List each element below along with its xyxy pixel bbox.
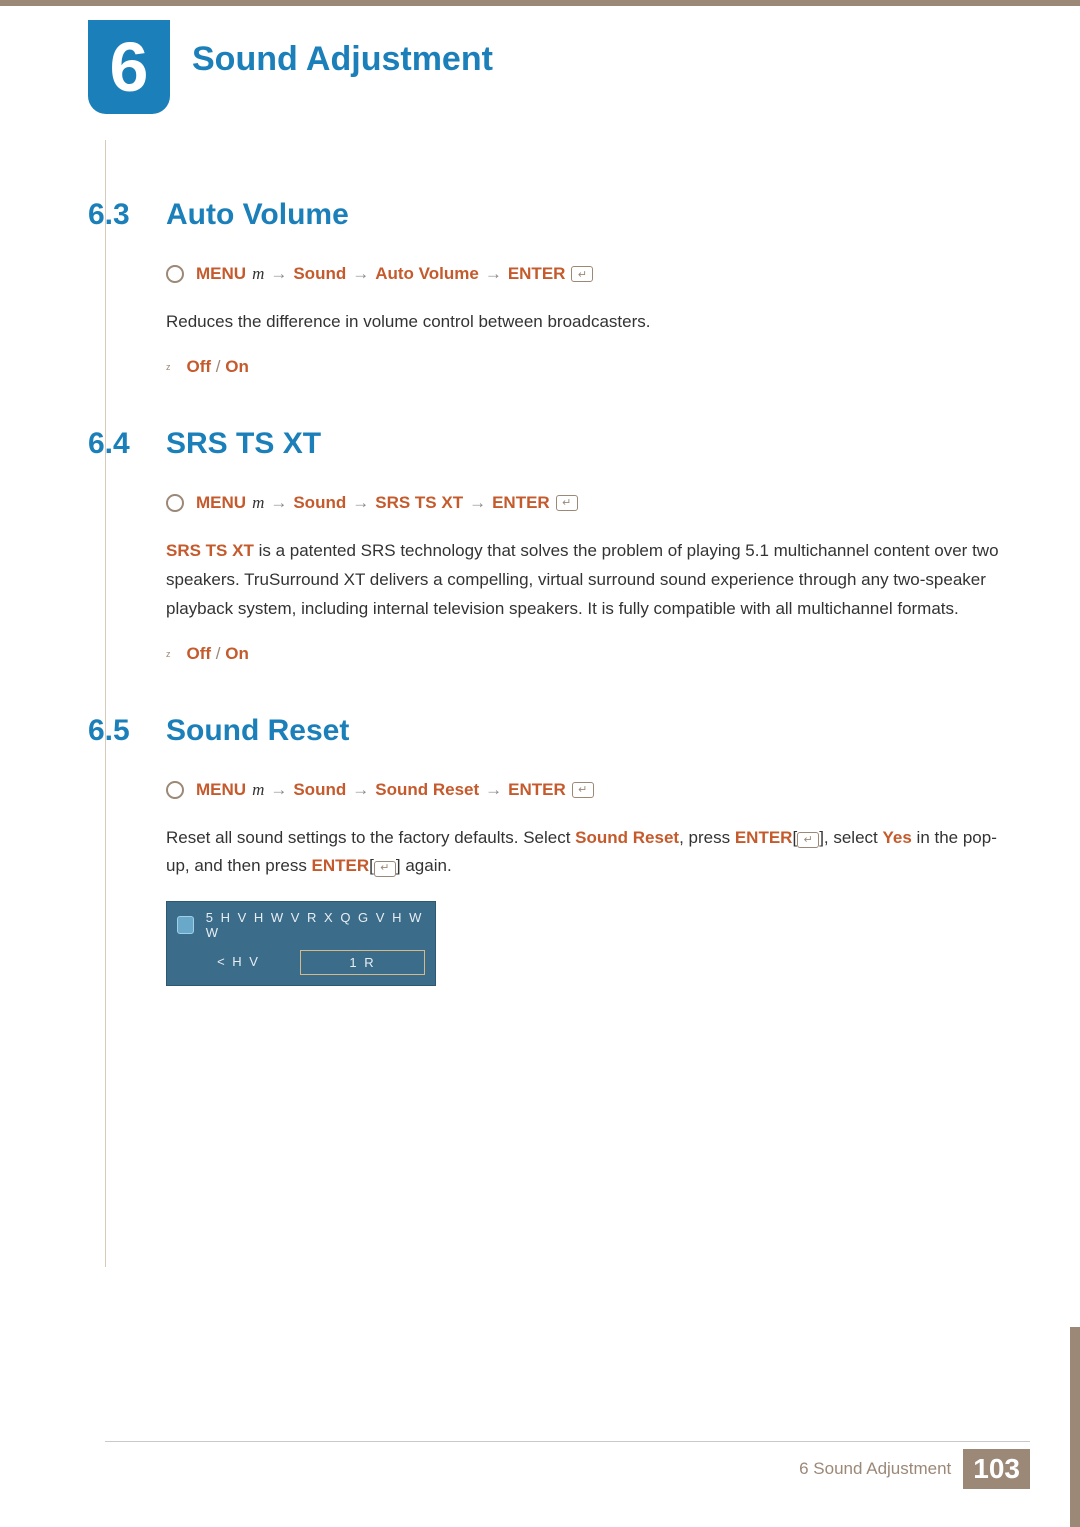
- options-line: z Off / On: [166, 357, 1000, 377]
- section-auto-volume: 6.3 Auto Volume MENU m → Sound → Auto Vo…: [88, 198, 1000, 377]
- section-number: 6.4: [88, 427, 146, 461]
- section-title: Sound Reset: [166, 714, 349, 748]
- section-body-text: SRS TS XT is a patented SRS technology t…: [166, 537, 1000, 624]
- option-on: On: [225, 644, 249, 663]
- chapter-number-badge: 6: [88, 20, 170, 114]
- reset-enter1: ENTER: [735, 828, 793, 847]
- nav-item: Auto Volume: [375, 264, 479, 284]
- circle-bullet-icon: [166, 781, 184, 799]
- options-line: z Off / On: [166, 644, 1000, 664]
- menu-glyph-icon: m: [252, 493, 264, 513]
- arrow-icon: →: [485, 264, 502, 284]
- nav-enter-label: ENTER: [492, 493, 550, 513]
- menu-nav-path: MENU m → Sound → Auto Volume → ENTER ↵: [166, 264, 1000, 284]
- menu-nav-path: MENU m → Sound → Sound Reset → ENTER ↵: [166, 780, 1000, 800]
- arrow-icon: →: [469, 493, 486, 513]
- nav-item: SRS TS XT: [375, 493, 463, 513]
- option-on: On: [225, 357, 249, 376]
- dialog-button-right[interactable]: 1 R: [300, 950, 425, 975]
- circle-bullet-icon: [166, 494, 184, 512]
- nav-menu-label: MENU: [196, 264, 246, 284]
- enter-key-icon: ↵: [797, 832, 819, 848]
- menu-glyph-icon: m: [252, 780, 264, 800]
- footer-rule: [105, 1441, 1030, 1442]
- dialog-buttons: < H V 1 R: [167, 944, 435, 985]
- enter-key-icon: ↵: [556, 495, 578, 511]
- chapter-title: Sound Adjustment: [192, 40, 493, 79]
- option-off: Off: [187, 644, 212, 663]
- section-number: 6.3: [88, 198, 146, 232]
- body-rest: is a patented SRS technology that solves…: [166, 541, 999, 618]
- dialog-button-left[interactable]: < H V: [177, 950, 300, 975]
- dialog-header: 5 H V H W V R X Q G V H W W: [167, 902, 435, 944]
- arrow-icon: →: [270, 780, 287, 800]
- arrow-icon: →: [352, 493, 369, 513]
- reset-p5b: ] again.: [396, 856, 452, 875]
- top-accent-bar: [0, 0, 1080, 6]
- nav-item: Sound: [293, 493, 346, 513]
- nav-menu-label: MENU: [196, 493, 246, 513]
- reset-yes: Yes: [883, 828, 912, 847]
- lead-bold: SRS TS XT: [166, 541, 254, 560]
- nav-menu-label: MENU: [196, 780, 246, 800]
- section-heading: 6.3 Auto Volume: [88, 198, 1000, 232]
- reset-p3b: ], select: [819, 828, 882, 847]
- nav-enter-label: ENTER: [508, 780, 566, 800]
- nav-enter-label: ENTER: [508, 264, 566, 284]
- page-number: 103: [963, 1449, 1030, 1489]
- reset-p2: , press: [679, 828, 735, 847]
- page-footer: 6 Sound Adjustment 103: [799, 1449, 1030, 1489]
- arrow-icon: →: [270, 493, 287, 513]
- menu-nav-path: MENU m → Sound → SRS TS XT → ENTER ↵: [166, 493, 1000, 513]
- section-number: 6.5: [88, 714, 146, 748]
- arrow-icon: →: [352, 264, 369, 284]
- section-heading: 6.4 SRS TS XT: [88, 427, 1000, 461]
- section-heading: 6.5 Sound Reset: [88, 714, 1000, 748]
- section-title: Auto Volume: [166, 198, 349, 232]
- footer-label: 6 Sound Adjustment: [799, 1459, 951, 1479]
- section-title: SRS TS XT: [166, 427, 321, 461]
- section-sound-reset: 6.5 Sound Reset MENU m → Sound → Sound R…: [88, 714, 1000, 987]
- section-srs-ts-xt: 6.4 SRS TS XT MENU m → Sound → SRS TS XT…: [88, 427, 1000, 664]
- enter-key-icon: ↵: [572, 782, 594, 798]
- bullet-icon: z: [166, 649, 171, 659]
- nav-item: Sound Reset: [375, 780, 479, 800]
- arrow-icon: →: [352, 780, 369, 800]
- arrow-icon: →: [485, 780, 502, 800]
- option-off: Off: [187, 357, 212, 376]
- menu-glyph-icon: m: [252, 264, 264, 284]
- side-tab-accent: [1070, 1327, 1080, 1527]
- option-separator: /: [216, 644, 221, 663]
- nav-item: Sound: [293, 264, 346, 284]
- page-content: 6.3 Auto Volume MENU m → Sound → Auto Vo…: [88, 170, 1000, 1026]
- dialog-title: 5 H V H W V R X Q G V H W W: [206, 910, 425, 940]
- reset-p1: Reset all sound settings to the factory …: [166, 828, 575, 847]
- section-body-text: Reduces the difference in volume control…: [166, 308, 1000, 337]
- reset-dialog-mock: 5 H V H W V R X Q G V H W W < H V 1 R: [166, 901, 436, 986]
- arrow-icon: →: [270, 264, 287, 284]
- option-separator: /: [216, 357, 221, 376]
- enter-key-icon: ↵: [571, 266, 593, 282]
- circle-bullet-icon: [166, 265, 184, 283]
- dialog-icon: [177, 916, 194, 934]
- enter-key-icon: ↵: [374, 861, 396, 877]
- bullet-icon: z: [166, 362, 171, 372]
- nav-item: Sound: [293, 780, 346, 800]
- reset-sound-reset: Sound Reset: [575, 828, 679, 847]
- section-body-text: Reset all sound settings to the factory …: [166, 824, 1000, 882]
- reset-enter2: ENTER: [312, 856, 370, 875]
